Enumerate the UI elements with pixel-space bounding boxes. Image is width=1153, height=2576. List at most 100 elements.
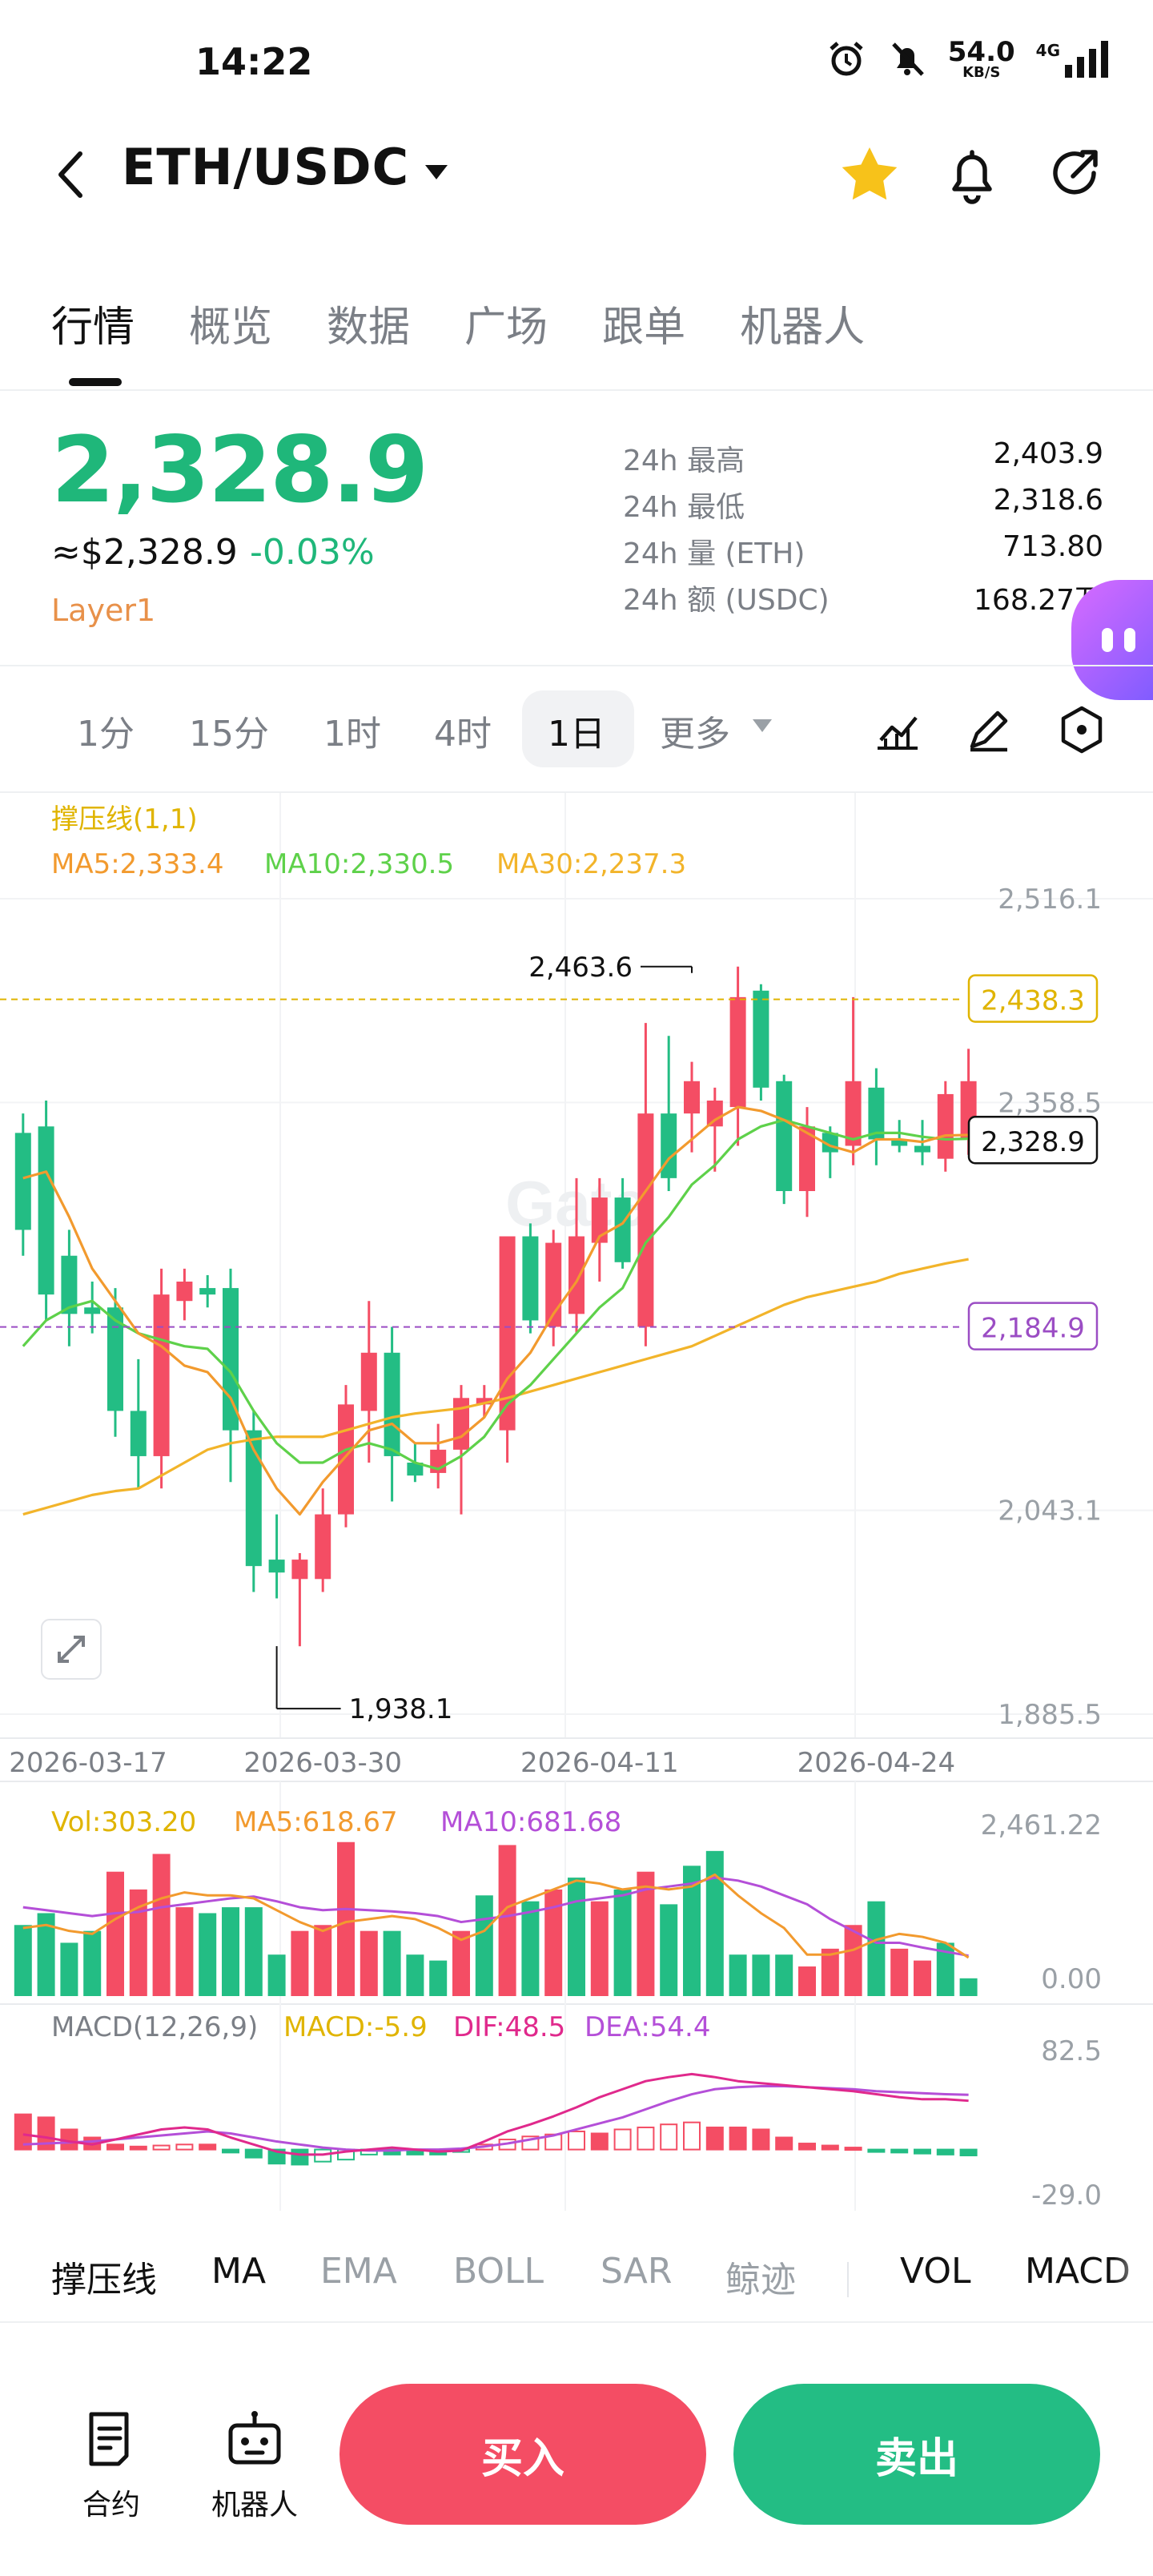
- legend-vol-ma5: MA5:618.67: [234, 1806, 398, 1838]
- timeframe-more[interactable]: 更多: [660, 705, 730, 756]
- buy-button[interactable]: 买入: [339, 2384, 706, 2525]
- candle-body: [522, 1236, 539, 1321]
- timeframe-15m[interactable]: 15分: [189, 705, 269, 756]
- volume-bar: [775, 1954, 793, 1996]
- tab-robot[interactable]: 机器人: [740, 293, 865, 353]
- timeframe-1m[interactable]: 1分: [77, 705, 135, 756]
- change-percent: -0.03%: [250, 532, 375, 573]
- signal-group: 4G: [1036, 41, 1111, 78]
- tab-square[interactable]: 广场: [464, 293, 548, 353]
- stat-high: 24h 最高 2,403.9: [623, 437, 1103, 482]
- bell-off-icon: [891, 42, 924, 76]
- volume-bar: [175, 1907, 194, 1996]
- extreme-labels: 2,463.6 1,938.1: [275, 952, 693, 1725]
- network-type: 4G: [1035, 41, 1060, 60]
- resistance-tag: 2,438.3: [967, 974, 1099, 1023]
- macd-bar: [244, 2148, 263, 2159]
- indicator-tab-ma[interactable]: MA: [211, 2251, 266, 2292]
- net-speed: 54.0 KB/S: [948, 38, 1015, 80]
- legend-macd: MACD(12,26,9): [51, 2011, 258, 2043]
- divider: [0, 389, 1153, 391]
- stat-label: 24h 最高: [623, 445, 745, 477]
- stat-value: 2,318.6: [993, 484, 1103, 517]
- contract-icon[interactable]: [78, 2409, 143, 2473]
- candle-body: [684, 1081, 700, 1114]
- volume-bar: [613, 1889, 632, 1996]
- back-arrow-icon[interactable]: [48, 143, 96, 207]
- volume-bar: [521, 1901, 540, 1996]
- volume-bar: [14, 1925, 32, 1996]
- share-icon[interactable]: [1041, 141, 1108, 208]
- resistance-tag-text: 2,438.3: [981, 985, 1085, 1017]
- candle-body: [176, 1282, 193, 1302]
- indicator-tab-ema[interactable]: EMA: [320, 2251, 397, 2292]
- date-tick: 2026-04-11: [520, 1747, 679, 1779]
- kline-chart[interactable]: Gate 2,438.32,184.92,328.9 2,516.12,358.…: [0, 793, 1153, 2211]
- indicator-tab-sar[interactable]: SAR: [601, 2251, 672, 2292]
- timeframe-1d[interactable]: 1日: [548, 705, 605, 756]
- hexagon-icon[interactable]: [1054, 702, 1110, 758]
- caret-down-icon[interactable]: [423, 160, 450, 184]
- candle-body: [706, 1100, 723, 1127]
- macd-bar: [729, 2126, 747, 2151]
- candle-body: [199, 1288, 216, 1295]
- indicator-tab-boll[interactable]: BOLL: [453, 2251, 544, 2292]
- volume-bar: [890, 1948, 909, 1996]
- candle-body: [776, 1081, 793, 1192]
- macd-bar: [613, 2128, 632, 2151]
- macd-bar: [129, 2145, 147, 2151]
- indicator-tabs: 撑压线 MA EMA BOLL SAR 鲸迹 VOL MACD: [0, 2219, 1153, 2323]
- bell-icon[interactable]: [938, 141, 1006, 208]
- tab-market[interactable]: 行情: [51, 293, 135, 353]
- indicator-tab-vol[interactable]: VOL: [900, 2251, 970, 2292]
- status-time: 14:22: [195, 40, 313, 83]
- indicator-tab-macd[interactable]: MACD: [1025, 2251, 1153, 2292]
- divider: [0, 2321, 1153, 2323]
- robot-icon[interactable]: [223, 2409, 287, 2473]
- star-icon[interactable]: [836, 141, 903, 208]
- expand-button[interactable]: [41, 1619, 102, 1680]
- indicator-tab-whale[interactable]: 鲸迹: [725, 2251, 796, 2302]
- category-tag[interactable]: Layer1: [51, 593, 155, 628]
- volume-bar: [568, 1878, 585, 1996]
- tab-copy-trade[interactable]: 跟单: [602, 293, 685, 353]
- indicator-icon[interactable]: [870, 702, 926, 758]
- candle-body: [291, 1560, 308, 1580]
- candle-body: [914, 1145, 930, 1153]
- timeframe-1h[interactable]: 1时: [323, 705, 381, 756]
- volume-tick: 0.00: [1041, 1963, 1102, 1995]
- divider: [0, 665, 1153, 666]
- indicator-tab-sr[interactable]: 撑压线: [51, 2251, 157, 2302]
- candle-body: [637, 1113, 654, 1327]
- contract-label[interactable]: 合约: [75, 2481, 147, 2523]
- support-tag: 2,184.9: [967, 1302, 1099, 1350]
- caret-down-icon[interactable]: [751, 716, 773, 735]
- candle-body: [360, 1352, 377, 1411]
- robot-label[interactable]: 机器人: [202, 2481, 307, 2523]
- sell-button[interactable]: 卖出: [733, 2384, 1100, 2525]
- macd-bar: [568, 2130, 585, 2151]
- timeframe-bar: 1分 15分 1时 4时 1日 更多: [0, 689, 1153, 769]
- assistant-bot-badge[interactable]: [1071, 580, 1153, 700]
- candle-body: [153, 1294, 170, 1456]
- macd-tick: 82.5: [1041, 2035, 1102, 2067]
- dea-line: [22, 2084, 969, 2152]
- pair-title[interactable]: ETH/USDC: [122, 138, 409, 196]
- macd-bar: [844, 2147, 862, 2151]
- volume-bar: [406, 1954, 424, 1996]
- volume-bar: [590, 1901, 609, 1996]
- stat-turnover: 24h 额 (USDC) 168.27万: [623, 577, 1103, 622]
- tab-overview[interactable]: 概览: [189, 293, 272, 353]
- candle-body: [568, 1236, 585, 1314]
- net-speed-value: 54.0: [947, 36, 1015, 68]
- tab-data[interactable]: 数据: [327, 293, 410, 353]
- pen-icon[interactable]: [961, 702, 1017, 758]
- volume-bar: [867, 1901, 886, 1996]
- date-tick: 2026-03-17: [9, 1747, 167, 1779]
- legend-vol-ma10: MA10:681.68: [440, 1806, 621, 1838]
- timeframe-4h[interactable]: 4时: [434, 705, 492, 756]
- net-speed-unit: KB/S: [962, 64, 1001, 81]
- volume-bar: [798, 1966, 816, 1996]
- macd-bar: [867, 2148, 886, 2153]
- macd-bar: [752, 2128, 770, 2151]
